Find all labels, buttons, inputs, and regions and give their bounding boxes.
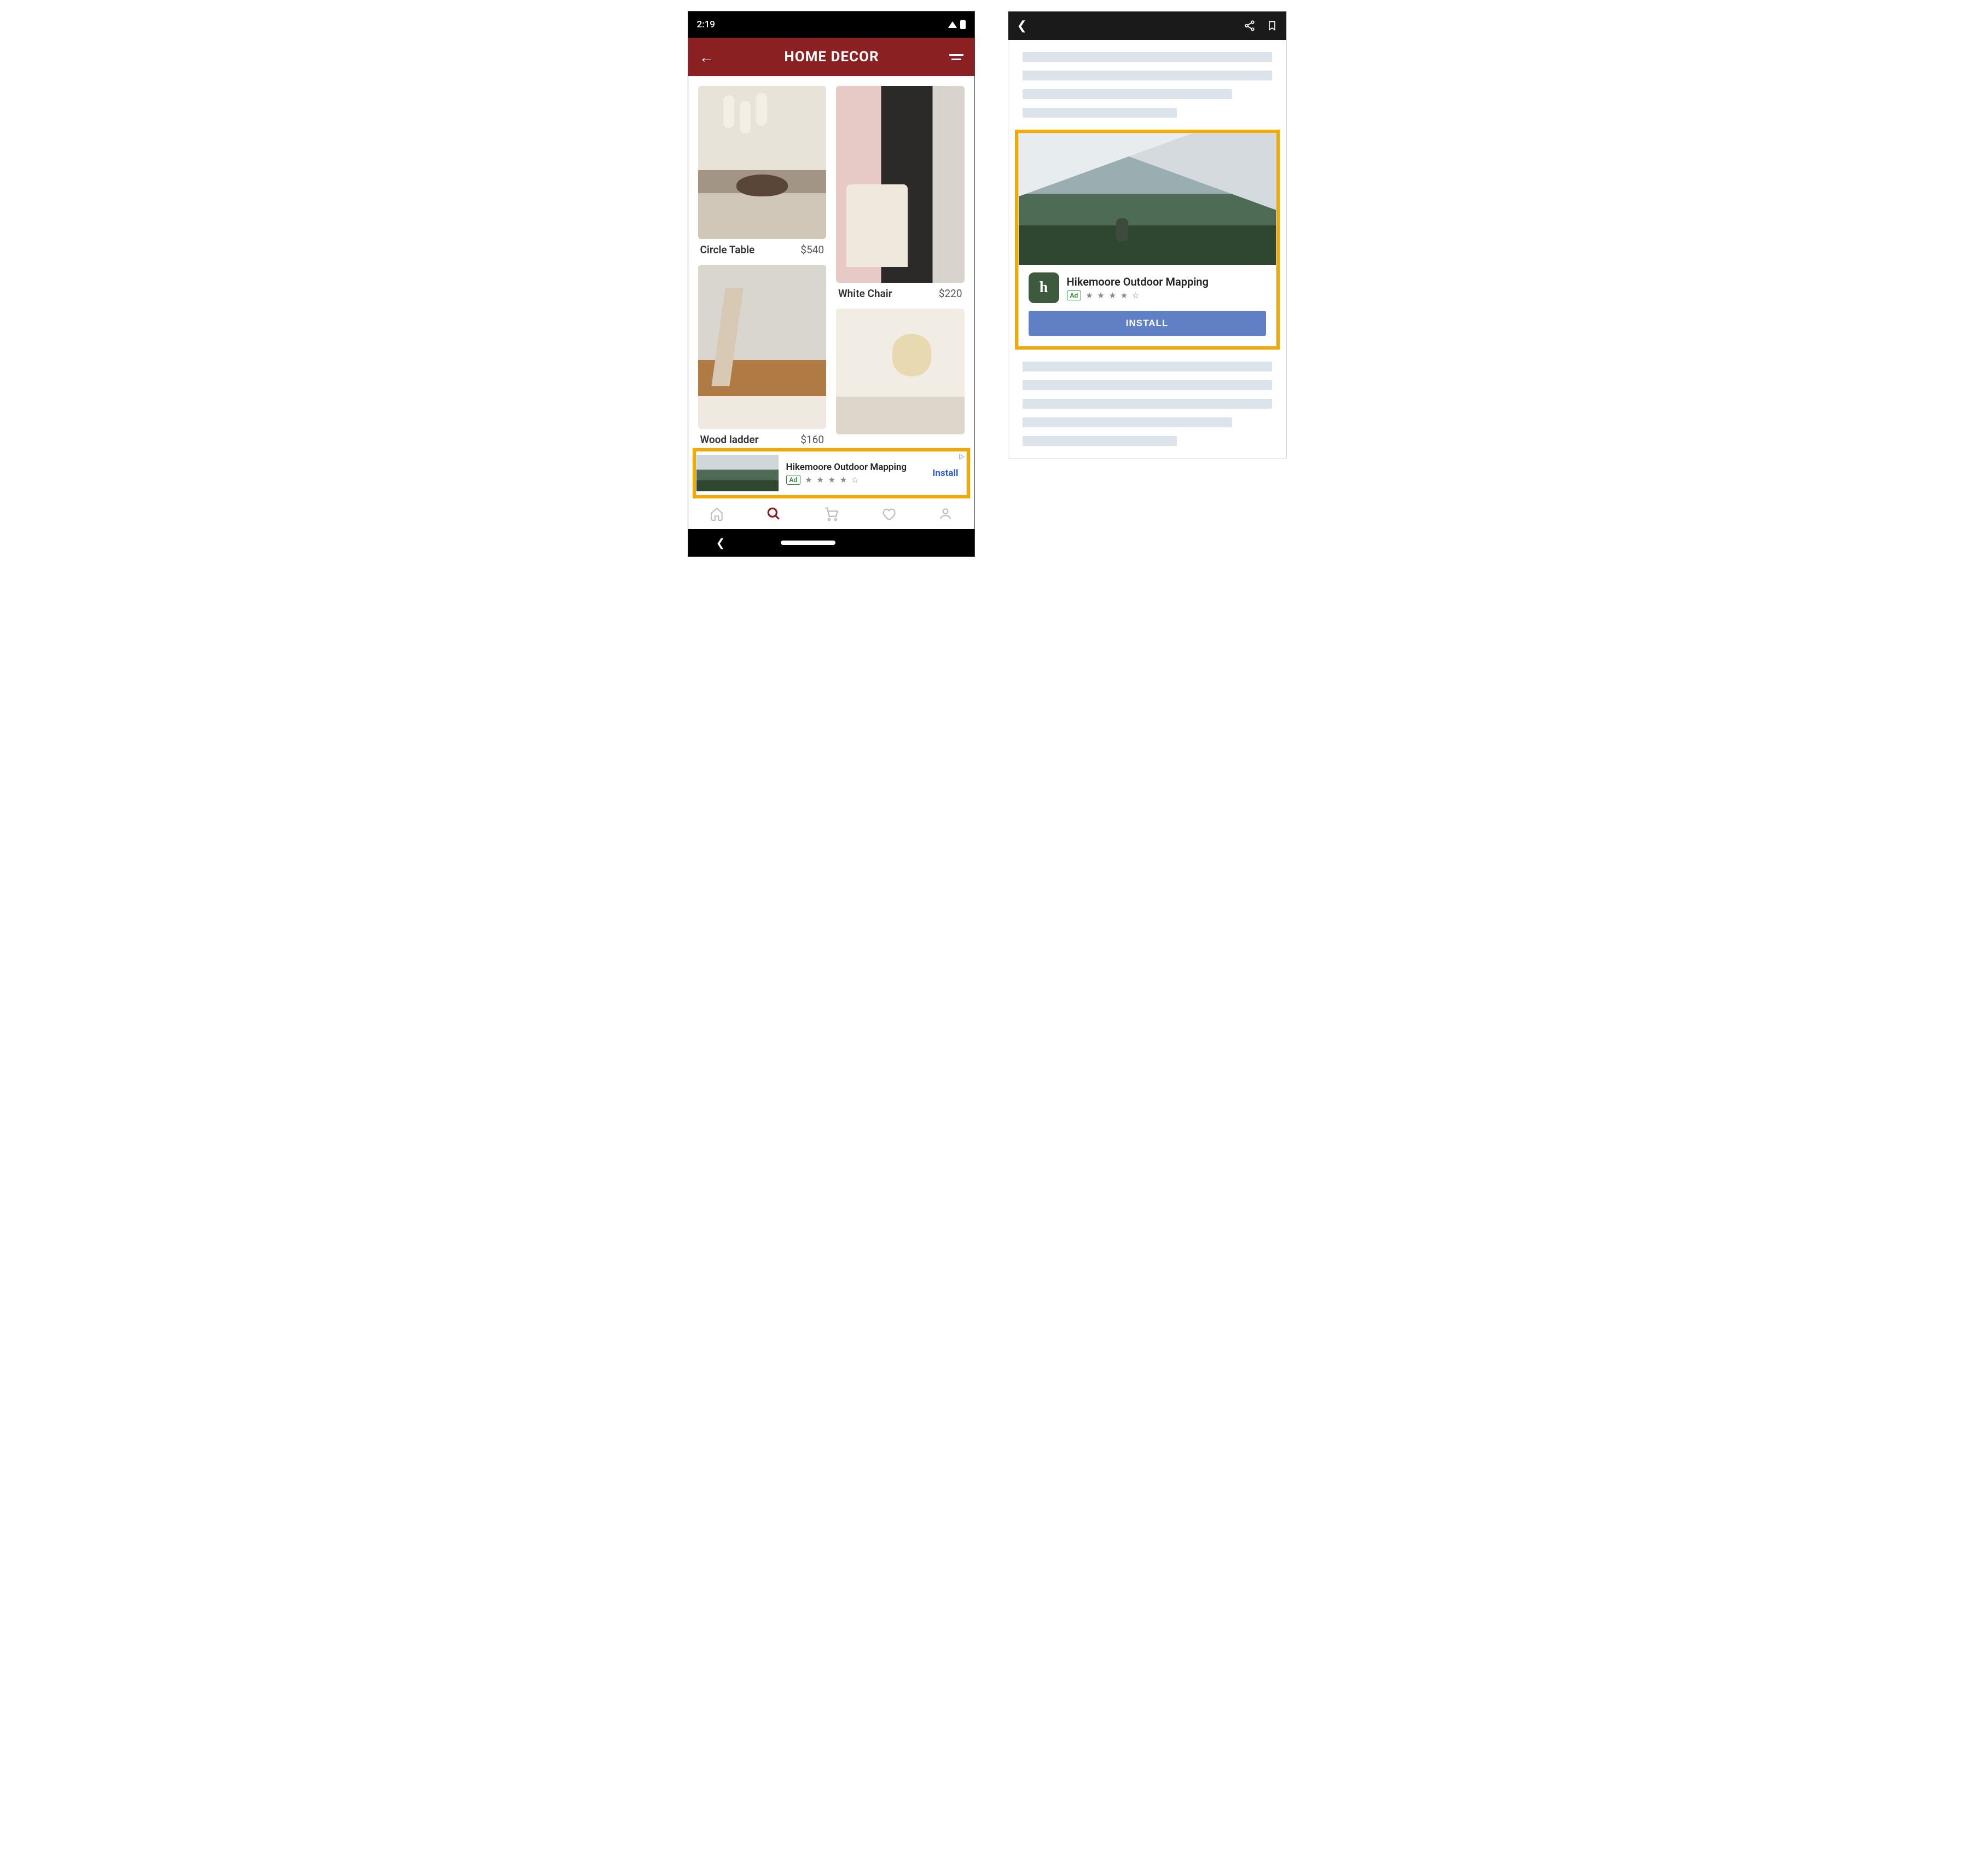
share-icon[interactable] — [1244, 20, 1256, 32]
article-app-bar: ❮ — [1008, 11, 1286, 40]
text-line — [1023, 89, 1232, 99]
install-link[interactable]: Install — [932, 468, 960, 479]
ad-title: Hikemoore Outdoor Mapping — [786, 462, 925, 473]
system-home-pill[interactable] — [781, 541, 835, 545]
page-title: HOME DECOR — [715, 49, 949, 65]
nav-favorites[interactable] — [860, 498, 917, 529]
text-line — [1023, 380, 1272, 390]
product-price: $540 — [800, 243, 824, 256]
text-line — [1023, 417, 1232, 427]
status-bar: 2:19 — [688, 11, 974, 38]
inline-ad-highlight: ▷ h Hikemoore Outdoor Mapping Ad ★ ★ ★ ★… — [1015, 130, 1280, 350]
text-line — [1023, 108, 1177, 118]
phone-frame-right: ❮ ▷ h Hikemoor — [1008, 11, 1287, 458]
product-image — [836, 86, 965, 283]
inline-ad[interactable]: ▷ h Hikemoore Outdoor Mapping Ad ★ ★ ★ ★… — [1018, 133, 1276, 346]
ad-title: Hikemoore Outdoor Mapping — [1067, 275, 1209, 288]
product-name: Circle Table — [700, 243, 755, 256]
text-line — [1023, 436, 1177, 446]
filter-icon[interactable] — [949, 54, 963, 60]
banner-ad[interactable]: Hikemoore Outdoor Mapping Ad ★ ★ ★ ★ ☆ I… — [696, 451, 967, 495]
product-card[interactable]: Wood ladder $160 — [698, 265, 827, 446]
home-icon — [710, 507, 724, 521]
ad-app-icon: h — [1029, 272, 1059, 303]
product-name: Wood ladder — [700, 433, 759, 446]
star-rating: ★ ★ ★ ★ ☆ — [805, 475, 860, 485]
product-price: $160 — [800, 433, 824, 446]
status-icons — [948, 20, 966, 29]
ad-thumbnail — [696, 455, 779, 491]
ad-badge: Ad — [1067, 291, 1082, 300]
wifi-icon — [948, 21, 957, 28]
star-rating: ★ ★ ★ ★ ☆ — [1085, 291, 1140, 300]
status-time: 2:19 — [697, 19, 715, 30]
back-chevron-icon[interactable]: ❮ — [1017, 19, 1027, 33]
nav-cart[interactable] — [803, 498, 860, 529]
nav-search[interactable] — [745, 498, 803, 529]
app-bar: ← HOME DECOR — [688, 38, 974, 76]
ad-badge: Ad — [786, 475, 801, 485]
back-arrow-icon[interactable]: ← — [699, 48, 715, 66]
text-line — [1023, 71, 1272, 80]
user-icon — [938, 507, 953, 521]
android-system-nav: ❮ — [688, 529, 974, 556]
battery-icon — [960, 20, 966, 29]
banner-ad-highlight: ▷ Hikemoore Outdoor Mapping Ad ★ ★ ★ ★ ☆… — [693, 448, 970, 498]
product-image — [836, 309, 965, 434]
bottom-nav — [688, 498, 974, 529]
text-line — [1023, 362, 1272, 371]
text-line — [1023, 52, 1272, 62]
ad-hero-image — [1019, 133, 1276, 265]
product-name: White Chair — [838, 287, 892, 300]
heart-icon — [881, 506, 896, 521]
nav-profile[interactable] — [917, 498, 974, 529]
product-price: $220 — [939, 287, 962, 300]
cart-icon — [823, 506, 839, 521]
system-back-icon[interactable]: ❮ — [716, 536, 725, 549]
bookmark-icon[interactable] — [1267, 20, 1278, 32]
product-card[interactable]: White Chair $220 — [836, 86, 965, 300]
install-button[interactable]: INSTALL — [1029, 311, 1266, 336]
product-image — [698, 265, 827, 429]
adchoices-icon[interactable]: ▷ — [959, 452, 964, 460]
product-image — [698, 86, 827, 239]
text-line — [1023, 399, 1272, 409]
product-card[interactable]: Circle Table $540 — [698, 86, 827, 256]
phone-frame-left: 2:19 ← HOME DECOR Circle Table $540 — [688, 11, 975, 557]
product-card[interactable] — [836, 309, 965, 434]
article-body-bottom — [1008, 350, 1286, 458]
article-body-top — [1008, 40, 1286, 130]
product-grid: Circle Table $540 Wood ladder $160 W — [688, 76, 974, 446]
nav-home[interactable] — [688, 498, 746, 529]
search-icon — [767, 507, 781, 521]
